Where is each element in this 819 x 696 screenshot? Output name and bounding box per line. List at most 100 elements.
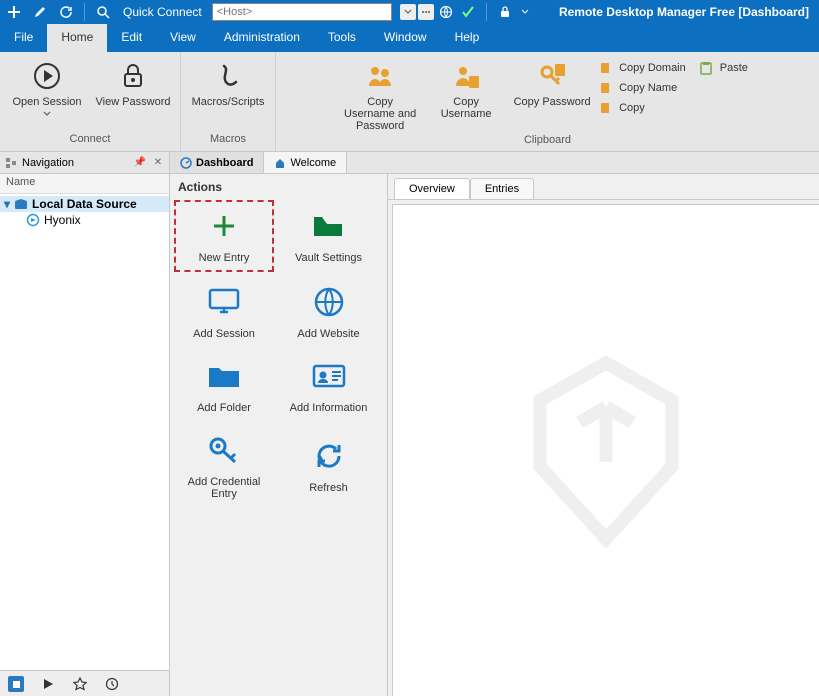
preview-pane: Overview Entries: [388, 174, 819, 696]
qc-check-icon[interactable]: [458, 2, 478, 22]
menu-view[interactable]: View: [156, 24, 210, 52]
vault-settings-button[interactable]: Vault Settings: [279, 200, 379, 272]
quick-connect-input[interactable]: [212, 3, 392, 21]
vault-settings-label: Vault Settings: [295, 252, 362, 264]
tree-root-label: Local Data Source: [32, 197, 137, 211]
copy-password-label: Copy Password: [514, 96, 591, 108]
menu-administration[interactable]: Administration: [210, 24, 314, 52]
home-icon: [274, 157, 286, 169]
navigation-title: Navigation: [22, 157, 74, 169]
script-icon: [212, 60, 244, 92]
tree-item-hyonix[interactable]: Hyonix: [0, 212, 169, 228]
add-website-button[interactable]: Add Website: [279, 278, 379, 346]
qc-more-icon[interactable]: [418, 4, 434, 20]
key-icon: [206, 432, 242, 468]
qc-dropdown-icon[interactable]: [400, 4, 416, 20]
menu-edit[interactable]: Edit: [107, 24, 156, 52]
navigation-panel: Navigation 📌 ✕ Name ▾ Local Data Source …: [0, 152, 170, 696]
menu-window[interactable]: Window: [370, 24, 441, 52]
ribbon: Open Session View Password Connect Macro…: [0, 52, 819, 152]
open-session-button[interactable]: Open Session: [8, 56, 86, 120]
menu-file[interactable]: File: [0, 24, 47, 52]
add-session-button[interactable]: Add Session: [174, 278, 274, 346]
users-icon: [364, 60, 396, 92]
add-information-button[interactable]: Add Information: [279, 352, 379, 420]
star-tab-icon[interactable]: [72, 676, 88, 692]
key-copy-icon: [536, 60, 568, 92]
copy-domain-button[interactable]: Copy Domain: [597, 60, 686, 76]
group-label-connect: Connect: [70, 131, 111, 147]
vault-tab-icon[interactable]: [8, 676, 24, 692]
tree-item-label: Hyonix: [44, 213, 81, 227]
refresh-label: Refresh: [309, 482, 348, 494]
preview-body: [392, 204, 819, 696]
history-tab-icon[interactable]: [104, 676, 120, 692]
monitor-icon: [206, 284, 242, 320]
add-folder-button[interactable]: Add Folder: [174, 352, 274, 420]
navigation-header: Navigation 📌 ✕: [0, 152, 169, 174]
actions-title: Actions: [170, 180, 387, 200]
dashboard-icon: [180, 157, 192, 169]
play-tab-icon[interactable]: [40, 676, 56, 692]
copy-button[interactable]: Copy: [597, 100, 686, 116]
refresh-icon[interactable]: [56, 2, 76, 22]
copy-username-label: Copy Username: [427, 96, 505, 120]
paste-label: Paste: [720, 62, 748, 74]
folder-icon: [206, 358, 242, 394]
app-logo-ghost: [496, 341, 716, 561]
actions-pane: Actions New Entry Vault Settings Add Ses…: [170, 174, 388, 696]
paste-button[interactable]: Paste: [698, 60, 748, 76]
window-title: Remote Desktop Manager Free [Dashboard]: [559, 5, 809, 19]
navigation-column-header[interactable]: Name: [0, 174, 169, 194]
new-entry-label: New Entry: [199, 252, 250, 264]
new-entry-button[interactable]: New Entry: [174, 200, 274, 272]
copy-domain-label: Copy Domain: [619, 62, 686, 74]
ribbon-group-clipboard: Copy Username and Password Copy Username…: [276, 52, 819, 151]
tab-welcome[interactable]: Welcome: [264, 152, 347, 173]
tab-dashboard[interactable]: Dashboard: [170, 152, 264, 173]
tab-overview[interactable]: Overview: [394, 178, 470, 199]
lock-icon: [117, 60, 149, 92]
clipboard-icon: [597, 100, 613, 116]
tab-entries[interactable]: Entries: [470, 178, 534, 199]
macros-scripts-button[interactable]: Macros/Scripts: [189, 56, 267, 108]
view-password-button[interactable]: View Password: [94, 56, 172, 108]
chevron-down-icon[interactable]: [521, 8, 529, 16]
refresh-button[interactable]: Refresh: [279, 426, 379, 506]
paste-icon: [698, 60, 714, 76]
edit-icon[interactable]: [30, 2, 50, 22]
copy-password-button[interactable]: Copy Password: [513, 56, 591, 108]
search-icon[interactable]: [93, 2, 113, 22]
add-credential-button[interactable]: Add Credential Entry: [174, 426, 274, 506]
group-label-macros: Macros: [210, 131, 246, 147]
session-icon: [26, 213, 40, 227]
menu-tools[interactable]: Tools: [314, 24, 370, 52]
qc-globe-icon[interactable]: [436, 2, 456, 22]
quick-connect-controls: [400, 2, 478, 22]
copy-username-button[interactable]: Copy Username: [427, 56, 505, 120]
close-icon[interactable]: ✕: [151, 156, 165, 170]
copy-user-pass-button[interactable]: Copy Username and Password: [341, 56, 419, 132]
ribbon-group-macros: Macros/Scripts Macros: [181, 52, 276, 151]
copy-label: Copy: [619, 102, 645, 114]
pin-icon[interactable]: 📌: [133, 156, 147, 170]
menu-home[interactable]: Home: [47, 24, 107, 52]
tree-icon: [4, 156, 18, 170]
copy-name-button[interactable]: Copy Name: [597, 80, 686, 96]
refresh-icon: [311, 438, 347, 474]
globe-icon: [311, 284, 347, 320]
add-session-label: Add Session: [193, 328, 255, 340]
tab-welcome-label: Welcome: [290, 157, 336, 169]
workspace: Navigation 📌 ✕ Name ▾ Local Data Source …: [0, 152, 819, 696]
menu-help[interactable]: Help: [441, 24, 494, 52]
ribbon-group-connect: Open Session View Password Connect: [0, 52, 181, 151]
chevron-down-icon: ▾: [4, 197, 10, 211]
add-website-label: Add Website: [297, 328, 359, 340]
new-icon[interactable]: [4, 2, 24, 22]
clipboard-icon: [597, 60, 613, 76]
folder-open-icon: [311, 208, 347, 244]
document-tabs: Dashboard Welcome: [170, 152, 819, 174]
tree-root-local-data-source[interactable]: ▾ Local Data Source: [0, 196, 169, 212]
lock-icon[interactable]: [495, 2, 515, 22]
add-information-label: Add Information: [290, 402, 368, 414]
